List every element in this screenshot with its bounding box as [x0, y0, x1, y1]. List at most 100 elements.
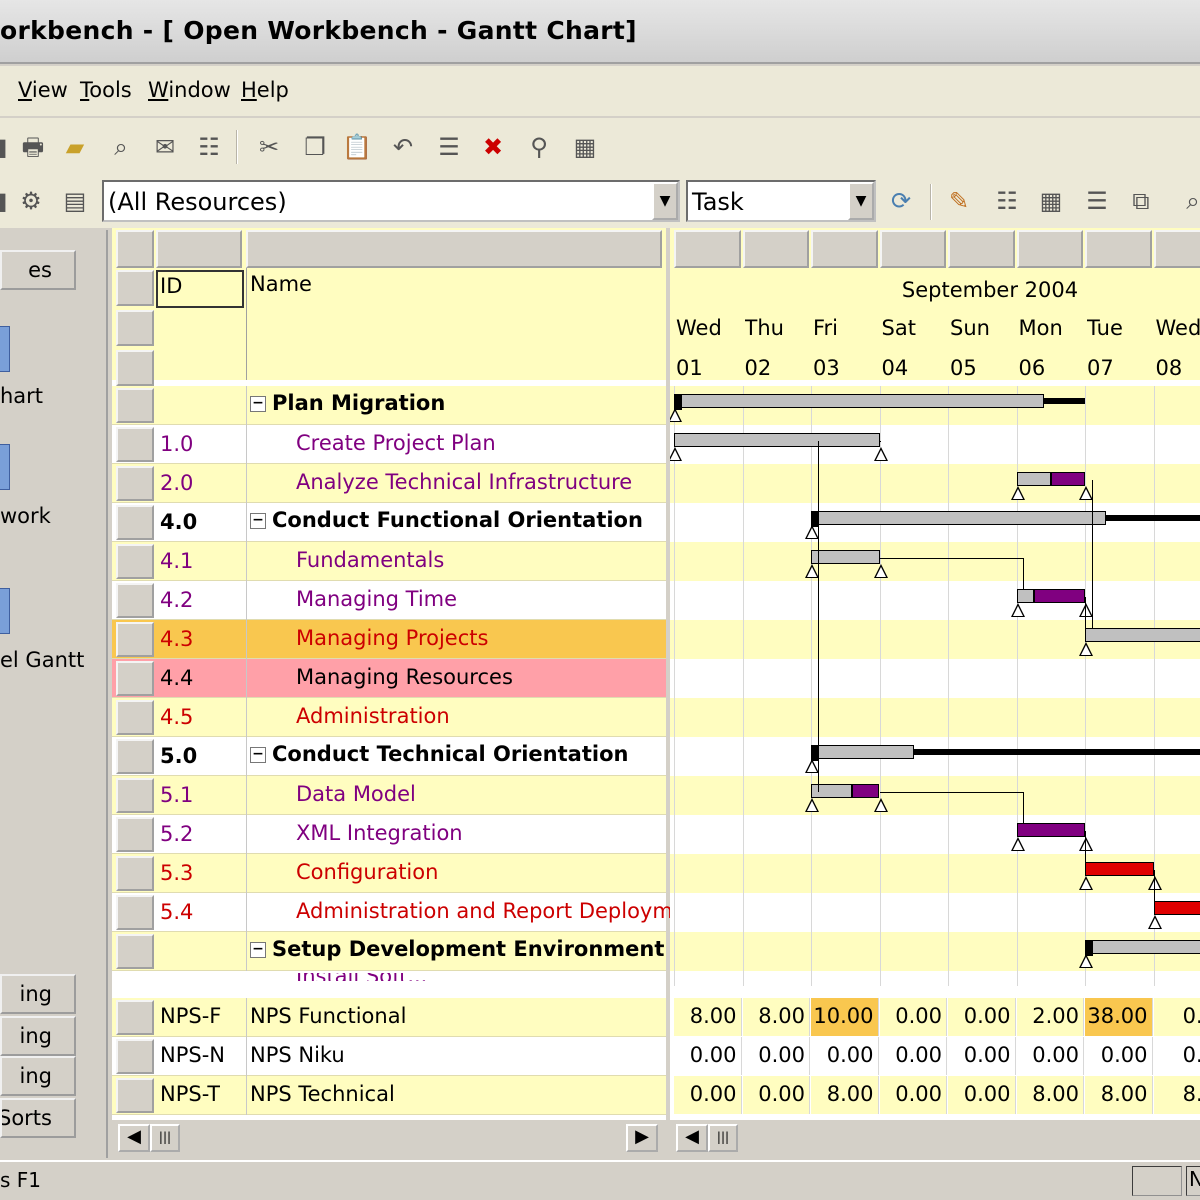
row-header[interactable]: [116, 388, 154, 423]
row-header[interactable]: [116, 270, 154, 306]
view-type-combo[interactable]: Task ▼: [686, 180, 876, 222]
collapse-icon[interactable]: −: [250, 396, 266, 412]
row-header[interactable]: [116, 310, 154, 346]
scroll-thumb[interactable]: |||: [708, 1124, 738, 1152]
task-bar-remaining[interactable]: [1016, 823, 1085, 837]
task-name[interactable]: Create Project Plan: [296, 431, 496, 455]
dependencies-icon[interactable]: ☰: [1082, 186, 1112, 216]
find-icon[interactable]: ⚲: [524, 132, 554, 162]
row-header[interactable]: [116, 544, 154, 579]
task-name[interactable]: Analyze Technical Infrastructure: [296, 470, 632, 494]
resource-hours-cell[interactable]: 38.00: [1085, 998, 1153, 1036]
resource-hours-cell[interactable]: 0.00: [879, 1037, 947, 1075]
resource-hours-cell[interactable]: 0.00: [811, 1037, 879, 1075]
gantt-horizontal-scrollbar[interactable]: ◀ |||: [670, 1120, 1200, 1158]
panel-button-1[interactable]: ing: [0, 974, 76, 1014]
task-name[interactable]: − Conduct Technical Orientation: [250, 742, 628, 766]
task-name[interactable]: − Plan Migration: [250, 391, 445, 415]
row-header[interactable]: [116, 505, 154, 540]
task-name[interactable]: Configuration: [296, 860, 438, 884]
resource-hours-cell[interactable]: 0.0: [1153, 998, 1200, 1036]
task-name[interactable]: Managing Time: [296, 587, 457, 611]
task-name[interactable]: − Setup Development Environment: [250, 937, 664, 961]
paste-icon[interactable]: 📋: [342, 132, 372, 162]
view-label-level-gantt[interactable]: el Gantt: [0, 648, 84, 672]
zoom-icon[interactable]: ⌕: [1178, 186, 1200, 216]
panel-button-3[interactable]: ing: [0, 1056, 76, 1096]
column-header-name[interactable]: [246, 230, 662, 268]
link-tasks-icon[interactable]: ⧉: [1126, 186, 1156, 216]
resource-filter-combo[interactable]: (All Resources) ▼: [102, 180, 680, 222]
properties-icon[interactable]: ☷: [194, 132, 224, 162]
task-bar-complete[interactable]: [1016, 472, 1051, 486]
table-row[interactable]: − Plan Migration: [112, 386, 666, 425]
scroll-left-icon[interactable]: ◀: [118, 1124, 150, 1152]
save-icon[interactable]: ▮: [0, 132, 16, 162]
open-folder-icon[interactable]: ▰: [60, 132, 90, 162]
resource-hours-cell[interactable]: 0.0: [1153, 1037, 1200, 1075]
collapse-icon[interactable]: −: [250, 513, 266, 529]
row-header[interactable]: [116, 934, 154, 969]
resource-hours-cell[interactable]: 2.00: [1016, 998, 1084, 1036]
task-bar-complete[interactable]: [674, 433, 880, 447]
task-bar-remaining[interactable]: [1085, 862, 1154, 876]
delete-icon[interactable]: ✖: [478, 132, 508, 162]
task-bar-complete[interactable]: [1016, 589, 1034, 603]
task-name[interactable]: Data Model: [296, 782, 416, 806]
collapse-icon[interactable]: −: [250, 747, 266, 763]
task-name[interactable]: Administration and Report Deployment: [296, 899, 707, 923]
menu-tools[interactable]: Tools: [80, 78, 132, 102]
filter-icon[interactable]: ⚙: [16, 186, 46, 216]
copy-icon[interactable]: ❐: [300, 132, 330, 162]
table-row[interactable]: 4.0 − Conduct Functional Orientation: [112, 503, 666, 542]
task-bar-remaining[interactable]: [1033, 589, 1085, 603]
resource-hours-cell[interactable]: 8.0: [1153, 1076, 1200, 1114]
chevron-down-icon[interactable]: ▼: [652, 182, 678, 220]
resource-hours-cell[interactable]: 0.00: [1085, 1037, 1153, 1075]
table-row[interactable]: 2.0 Analyze Technical Infrastructure: [112, 464, 666, 503]
undo-icon[interactable]: ↶: [388, 132, 418, 162]
table-row[interactable]: 5.1 Data Model: [112, 776, 666, 815]
task-bar-complete[interactable]: [1085, 628, 1200, 642]
task-name[interactable]: XML Integration: [296, 821, 463, 845]
row-header[interactable]: [116, 856, 154, 891]
level-gantt-view-icon[interactable]: [0, 588, 10, 634]
resource-hours-cell[interactable]: 0.00: [948, 1037, 1016, 1075]
row-header[interactable]: [116, 230, 154, 268]
row-header[interactable]: [116, 700, 154, 735]
table-row[interactable]: 5.4 Administration and Report Deployment: [112, 893, 707, 932]
view-label-network[interactable]: work: [0, 504, 51, 528]
resource-hours-cell[interactable]: 8.00: [742, 998, 810, 1036]
calendar-icon[interactable]: ▤: [60, 186, 90, 216]
row-header[interactable]: [116, 778, 154, 813]
mail-icon[interactable]: ✉: [150, 132, 180, 162]
task-name[interactable]: − Conduct Functional Orientation: [250, 508, 643, 532]
table-row[interactable]: − Setup Development Environment: [112, 932, 666, 971]
grid-horizontal-scrollbar[interactable]: ◀ ||| ▶: [112, 1120, 666, 1158]
resource-hours-cell[interactable]: 10.00: [811, 998, 879, 1036]
panel-button-sorts[interactable]: Sorts: [0, 1098, 76, 1138]
task-bar-remaining[interactable]: [1153, 901, 1200, 915]
scroll-right-icon[interactable]: ▶: [626, 1124, 658, 1152]
resource-hours-cell[interactable]: 0.00: [742, 1037, 810, 1075]
gantt-view-icon[interactable]: [0, 326, 10, 372]
table-row[interactable]: 5.3 Configuration: [112, 854, 666, 893]
menu-window[interactable]: Window: [148, 78, 231, 102]
structure-icon[interactable]: ▦: [1036, 186, 1066, 216]
scroll-thumb[interactable]: |||: [150, 1124, 180, 1152]
resource-hours-cell[interactable]: 8.00: [1085, 1076, 1153, 1114]
row-header[interactable]: [116, 1039, 154, 1074]
table-row[interactable]: 4.3 Managing Projects: [112, 620, 666, 659]
grid-options-icon[interactable]: ▦: [570, 132, 600, 162]
menu-help[interactable]: Help: [241, 78, 289, 102]
table-row[interactable]: 4.1 Fundamentals: [112, 542, 666, 581]
table-row[interactable]: 4.5 Administration: [112, 698, 666, 737]
edit-task-icon[interactable]: ✎: [944, 186, 974, 216]
summary-bar[interactable]: [674, 394, 1044, 408]
summary-bar[interactable]: [811, 511, 1106, 525]
summary-bar[interactable]: [1085, 940, 1200, 954]
resource-hours-cell[interactable]: 0.00: [948, 1076, 1016, 1114]
resource-hours-cell[interactable]: 0.00: [1016, 1037, 1084, 1075]
outline-icon[interactable]: ☷: [992, 186, 1022, 216]
menu-view[interactable]: View: [18, 78, 68, 102]
